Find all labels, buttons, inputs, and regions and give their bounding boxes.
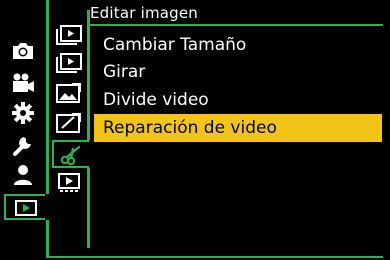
menu-item-divide-video[interactable]: Divide video xyxy=(94,86,382,114)
wrench-icon xyxy=(13,137,31,156)
frame-line-header xyxy=(87,24,383,26)
menu-item-rotate[interactable]: Girar xyxy=(94,58,382,86)
photo-icon xyxy=(13,43,33,59)
playback-screen-icon xyxy=(56,25,82,45)
subtab-bg-cover xyxy=(89,140,93,168)
tab-photo[interactable] xyxy=(0,36,46,66)
subtab-video[interactable] xyxy=(52,170,86,196)
scissors-icon xyxy=(60,145,81,165)
tab-playback[interactable] xyxy=(4,194,49,220)
subtab-playback-1[interactable] xyxy=(52,22,86,48)
subtab-edit-1[interactable] xyxy=(52,80,86,106)
tab-custom[interactable] xyxy=(0,130,46,160)
menu-item-video-repair[interactable]: Reparación de video xyxy=(94,114,382,142)
video-camera-icon xyxy=(13,73,34,92)
page-title: Editar imagen xyxy=(90,4,199,22)
playback-screen-2-icon xyxy=(56,53,82,73)
frame-line-bottom-h xyxy=(46,256,383,258)
tab-settings[interactable] xyxy=(0,98,46,128)
frame-line-bottom xyxy=(46,232,49,258)
gear-icon xyxy=(12,102,34,124)
menu-item-resize[interactable]: Cambiar Tamaño xyxy=(94,31,382,59)
camera-menu-screen: Editar imagen Cambiar Tamaño Girar Divid… xyxy=(0,0,390,260)
person-icon xyxy=(14,165,32,185)
frame-line-divider xyxy=(87,10,90,248)
image-edit-icon xyxy=(56,83,81,103)
tab-video[interactable] xyxy=(0,68,46,98)
subtab-playback-2[interactable] xyxy=(52,50,86,76)
tab-playback-bg-cover xyxy=(45,194,49,220)
tab-my-menu[interactable] xyxy=(0,160,46,190)
play-icon xyxy=(15,200,37,216)
image-edit-2-icon xyxy=(56,113,81,133)
video-screen-icon xyxy=(58,173,80,192)
subtab-edit-2[interactable] xyxy=(52,110,86,136)
subtab-edit-image[interactable] xyxy=(52,140,93,168)
